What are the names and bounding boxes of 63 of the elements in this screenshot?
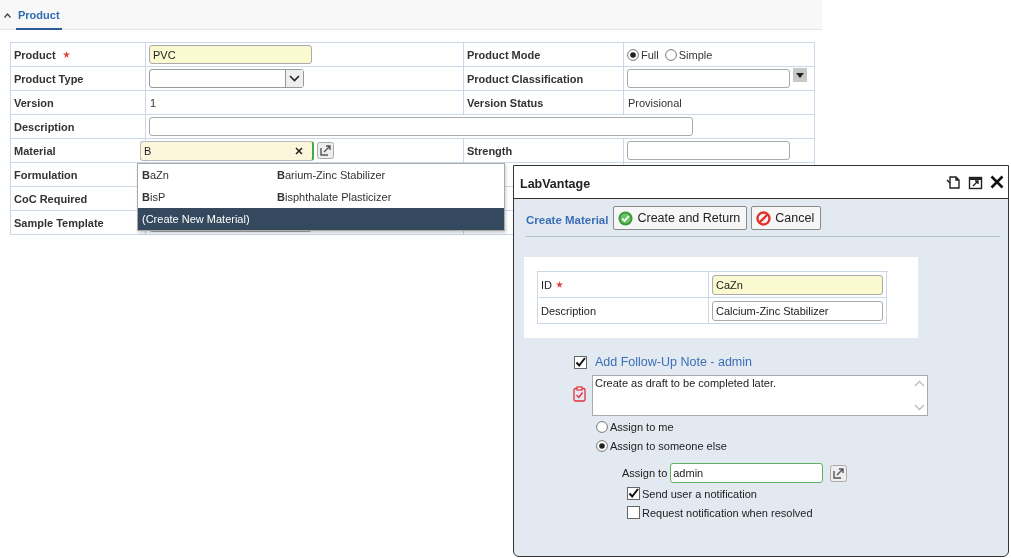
checkbox[interactable] bbox=[627, 506, 640, 519]
field-label: Sample Template bbox=[14, 216, 104, 229]
checkbox-label: Send user a notification bbox=[642, 487, 757, 500]
checkbox[interactable] bbox=[574, 355, 587, 369]
text-field[interactable]: PVC bbox=[149, 45, 312, 64]
radio-button[interactable] bbox=[664, 48, 677, 61]
create-new-option[interactable]: (Create New Material) bbox=[138, 208, 504, 230]
radio-label: Assign to someone else bbox=[610, 440, 727, 452]
field-label: ID bbox=[541, 278, 552, 291]
radio-button[interactable] bbox=[596, 421, 608, 433]
field-value: 1 bbox=[149, 96, 157, 109]
field-label: Version Status bbox=[467, 96, 544, 109]
field-label: Formulation bbox=[14, 168, 78, 181]
text-field[interactable]: CaZn bbox=[712, 274, 883, 295]
field-label: CoC Required bbox=[14, 192, 88, 205]
radio-label: Simple bbox=[678, 48, 713, 61]
clipboard-icon bbox=[573, 386, 586, 402]
field-label: Description bbox=[14, 120, 75, 133]
collapse-icon[interactable] bbox=[4, 13, 11, 18]
required-icon bbox=[556, 281, 563, 288]
check-icon bbox=[618, 210, 634, 226]
text-field[interactable]: Calcium-Zinc Stabilizer bbox=[712, 300, 883, 321]
radio-button[interactable] bbox=[627, 48, 639, 61]
material-field[interactable]: B bbox=[140, 140, 314, 161]
popout-icon[interactable] bbox=[968, 174, 983, 190]
radio-label: Full bbox=[641, 48, 659, 61]
chevron-down-icon[interactable] bbox=[285, 70, 303, 87]
clear-icon[interactable] bbox=[295, 146, 303, 155]
section-tab[interactable]: Product bbox=[16, 9, 62, 30]
prohibited-icon bbox=[756, 210, 772, 226]
dialog-heading: Create Material bbox=[526, 213, 609, 226]
checkbox[interactable] bbox=[627, 487, 640, 500]
create-button[interactable]: Create and Return bbox=[613, 206, 748, 230]
dropdown-icon[interactable] bbox=[793, 68, 807, 82]
field-label: Version bbox=[14, 96, 54, 109]
checkbox-label: Request notification when resolved bbox=[642, 506, 813, 519]
field-label: Assign to bbox=[622, 467, 668, 479]
launch-icon[interactable] bbox=[317, 142, 334, 159]
text-field[interactable] bbox=[627, 141, 790, 160]
required-icon bbox=[62, 51, 70, 58]
field-label: Strength bbox=[467, 144, 513, 157]
suggestion-item[interactable]: BaZn Barium-Zinc Stabilizer bbox=[138, 164, 504, 186]
dialog-title: LabVantage bbox=[520, 176, 592, 191]
field-value: Provisional bbox=[627, 96, 682, 109]
dropdown-field[interactable] bbox=[149, 69, 304, 88]
combo-field[interactable] bbox=[627, 69, 790, 88]
field-label: Material bbox=[14, 144, 56, 157]
follow-up-link[interactable]: Add Follow-Up Note - admin bbox=[595, 355, 752, 369]
field-label: Product Classification bbox=[467, 72, 584, 85]
radio-label: Assign to me bbox=[610, 421, 674, 433]
field-label: Product bbox=[14, 48, 56, 61]
field-label: Product Mode bbox=[467, 48, 541, 61]
suggestion-item[interactable]: BisP Bisphthalate Plasticizer bbox=[138, 186, 504, 208]
cancel-button[interactable]: Cancel bbox=[751, 206, 822, 230]
document-icon[interactable] bbox=[946, 174, 961, 190]
assignee-field[interactable]: admin bbox=[670, 463, 824, 483]
field-label: Description bbox=[541, 304, 597, 317]
radio-button[interactable] bbox=[596, 440, 608, 452]
launch-icon[interactable] bbox=[830, 464, 848, 482]
description-field[interactable] bbox=[149, 117, 693, 136]
field-label: Product Type bbox=[14, 72, 84, 85]
material-input[interactable]: B bbox=[141, 142, 295, 159]
close-icon[interactable] bbox=[990, 175, 1004, 189]
